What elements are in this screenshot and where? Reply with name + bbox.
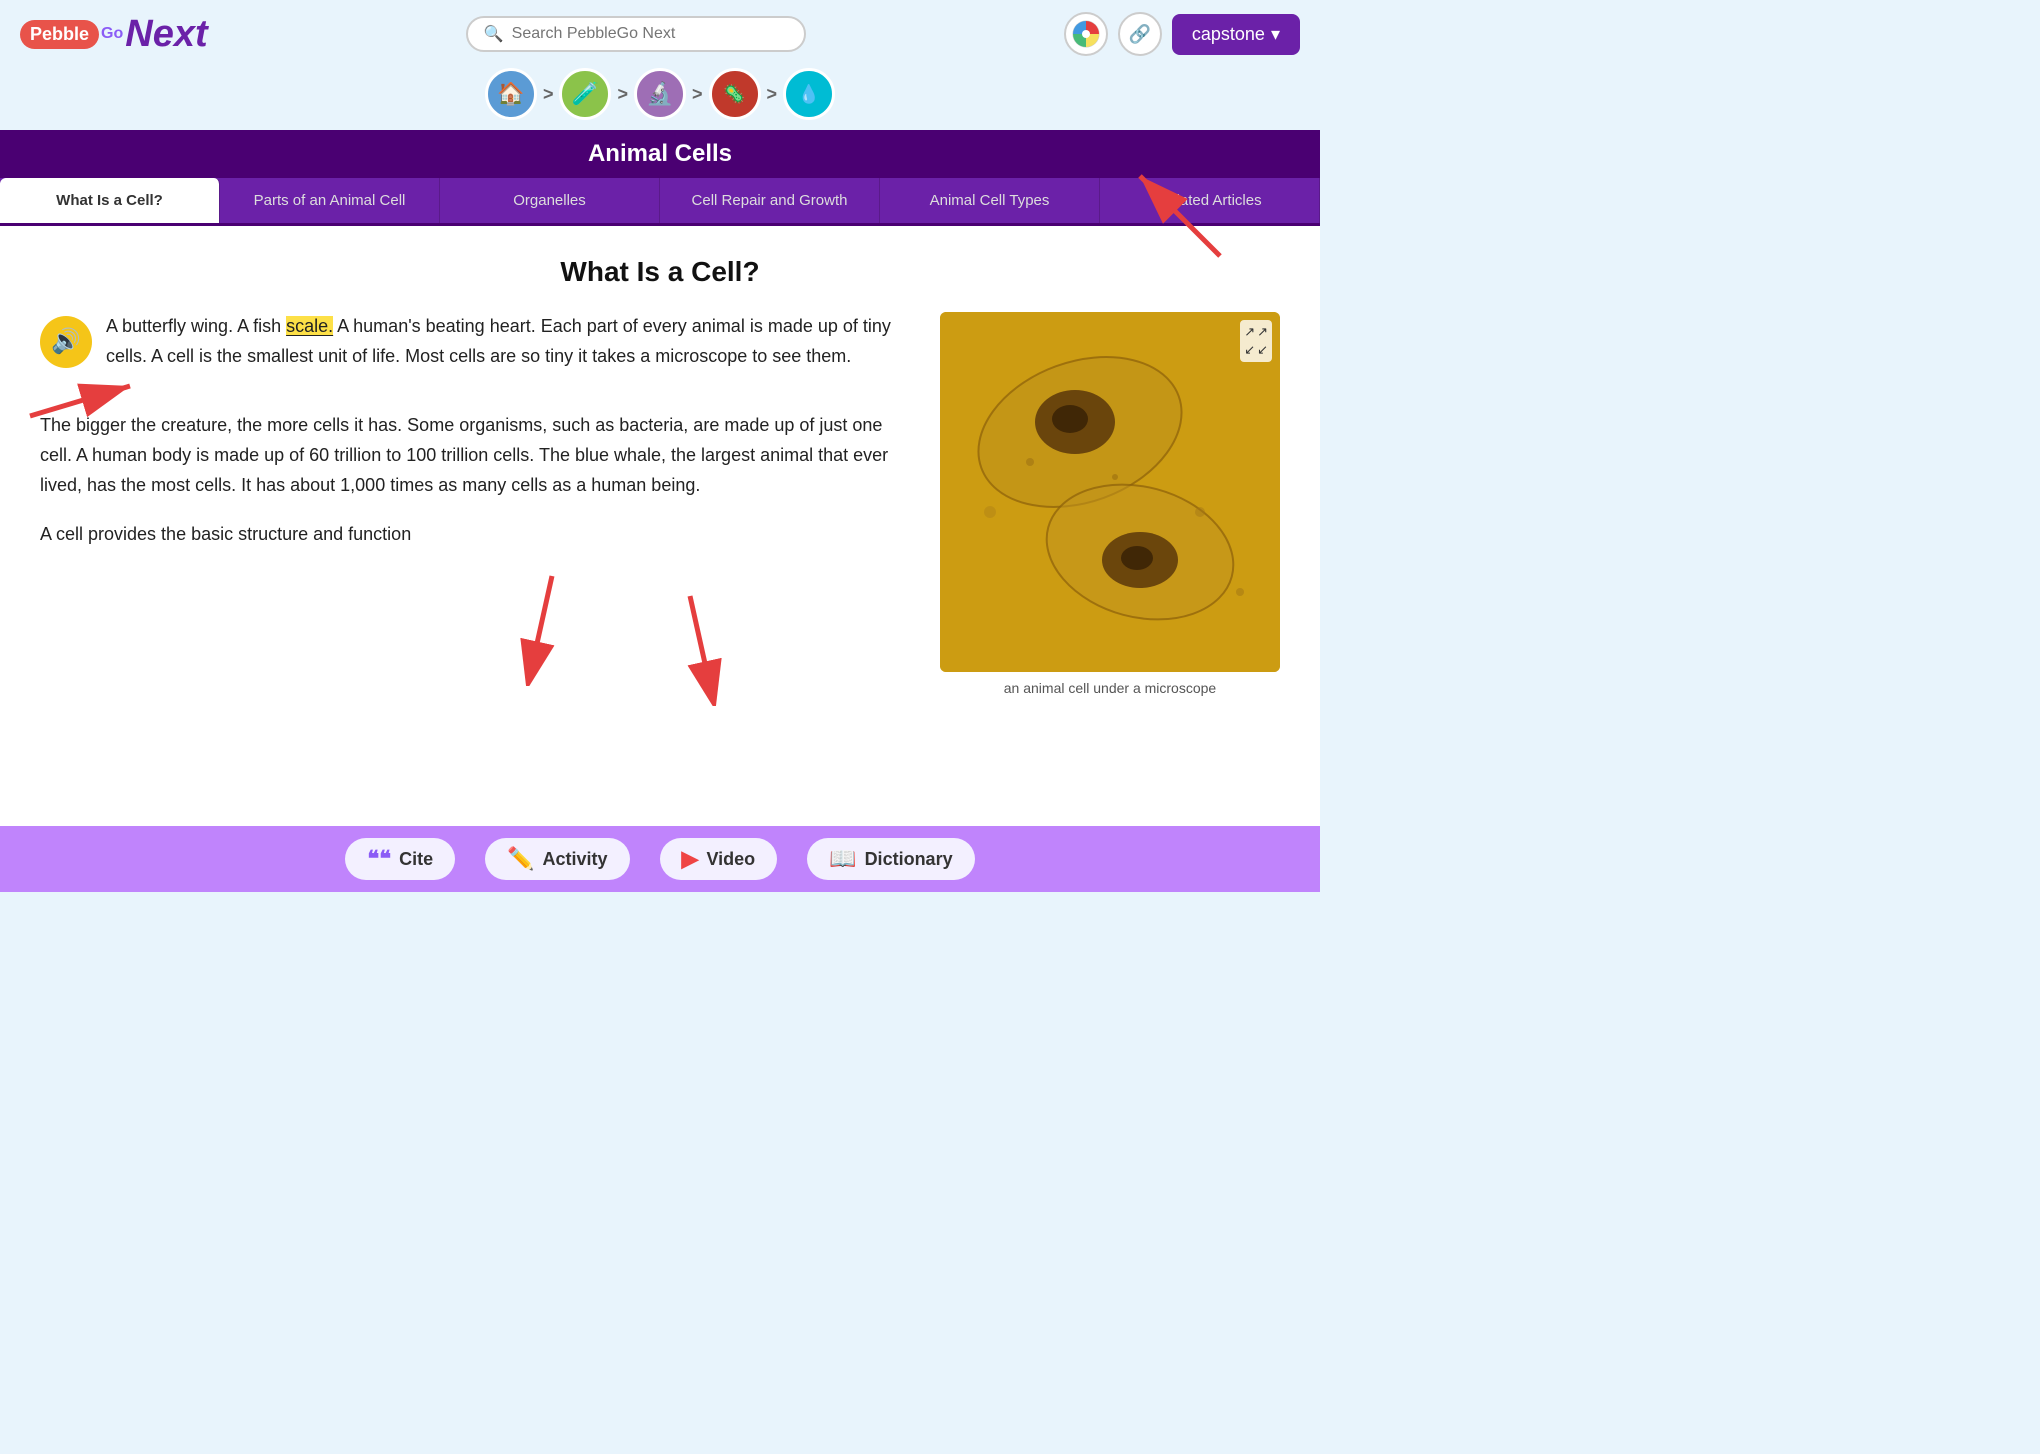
search-input[interactable] (512, 25, 788, 43)
cell-image: ↗ ↗ ↙ ↙ (940, 312, 1280, 672)
paragraph-3: A cell provides the basic structure and … (40, 520, 900, 550)
breadcrumb: 🏠 > 🧪 > 🔬 > 🦠 > 💧 (0, 64, 1320, 130)
breadcrumb-separator-3: > (692, 84, 703, 105)
search-icon: 🔍 (484, 24, 504, 44)
breadcrumb-separator-1: > (543, 84, 554, 105)
activity-button[interactable]: ✏️ Activity (485, 838, 629, 880)
capstone-label: capstone (1192, 24, 1265, 45)
page-title: Animal Cells (0, 130, 1320, 178)
play-icon: ▶ (682, 846, 699, 872)
breadcrumb-separator-4: > (767, 84, 778, 105)
breadcrumb-animal-cells[interactable]: 💧 (783, 68, 835, 120)
arrow-bottom-left (502, 566, 582, 686)
header-icons: 🔗 capstone ▾ (1064, 12, 1300, 56)
search-bar[interactable]: 🔍 (466, 16, 806, 52)
capstone-button[interactable]: capstone ▾ (1172, 14, 1300, 55)
tab-organelles[interactable]: Organelles (440, 178, 660, 223)
activity-label: Activity (543, 849, 608, 870)
logo-pebble: Pebble (20, 20, 99, 49)
cite-icon: ❝❝ (367, 846, 391, 872)
pencil-icon: ✏️ (507, 846, 534, 872)
link-icon[interactable]: 🔗 (1118, 12, 1162, 56)
tab-what-is-cell[interactable]: What Is a Cell? (0, 178, 220, 223)
breadcrumb-cells[interactable]: 🦠 (709, 68, 761, 120)
image-section: ↗ ↗ ↙ ↙ an animal cell under a microscop… (940, 312, 1280, 696)
cite-button[interactable]: ❝❝ Cite (345, 838, 455, 880)
cell-illustration (940, 312, 1280, 672)
logo-go: Go (101, 25, 123, 43)
tab-related-articles[interactable]: Related Articles (1100, 178, 1320, 223)
logo-next: Next (125, 13, 207, 56)
text-section: 🔊 A butterfly wing. A fish scale. A huma… (40, 312, 900, 696)
breadcrumb-separator-2: > (617, 84, 628, 105)
dictionary-label: Dictionary (865, 849, 953, 870)
breadcrumb-biology[interactable]: 🔬 (634, 68, 686, 120)
video-label: Video (706, 849, 755, 870)
tab-cell-repair-growth[interactable]: Cell Repair and Growth (660, 178, 880, 223)
content-area: 🔊 A butterfly wing. A fish scale. A huma… (40, 312, 1280, 696)
tab-parts-animal-cell[interactable]: Parts of an Animal Cell (220, 178, 440, 223)
article-title: What Is a Cell? (40, 256, 1280, 288)
header: Pebble Go Next 🔍 🔗 capstone ▾ (0, 0, 1320, 64)
speaker-icon: 🔊 (51, 322, 81, 362)
highlighted-word-scale: scale. (286, 316, 333, 336)
tabs-bar: What Is a Cell? Parts of an Animal Cell … (0, 178, 1320, 226)
main-content: What Is a Cell? 🔊 A butterfly wing. A fi… (0, 226, 1320, 826)
paragraph-1-container: 🔊 A butterfly wing. A fish scale. A huma… (40, 312, 900, 391)
audio-button[interactable]: 🔊 (40, 316, 92, 368)
image-caption: an animal cell under a microscope (940, 680, 1280, 696)
expand-button[interactable]: ↗ ↗ ↙ ↙ (1240, 320, 1272, 362)
color-wheel-icon[interactable] (1064, 12, 1108, 56)
breadcrumb-science[interactable]: 🧪 (559, 68, 611, 120)
cite-label: Cite (399, 849, 433, 870)
breadcrumb-home[interactable]: 🏠 (485, 68, 537, 120)
logo-area: Pebble Go Next (20, 13, 208, 56)
tab-animal-cell-types[interactable]: Animal Cell Types (880, 178, 1100, 223)
dictionary-button[interactable]: 📖 Dictionary (807, 838, 974, 880)
arrow-bottom-right (660, 586, 740, 706)
video-button[interactable]: ▶ Video (660, 838, 778, 880)
footer-toolbar: ❝❝ Cite ✏️ Activity ▶ Video 📖 Dictionary (0, 826, 1320, 892)
chevron-down-icon: ▾ (1271, 24, 1280, 45)
paragraph-1: A butterfly wing. A fish scale. A human'… (106, 312, 900, 371)
dictionary-icon: 📖 (829, 846, 856, 872)
paragraph-2: The bigger the creature, the more cells … (40, 411, 900, 500)
